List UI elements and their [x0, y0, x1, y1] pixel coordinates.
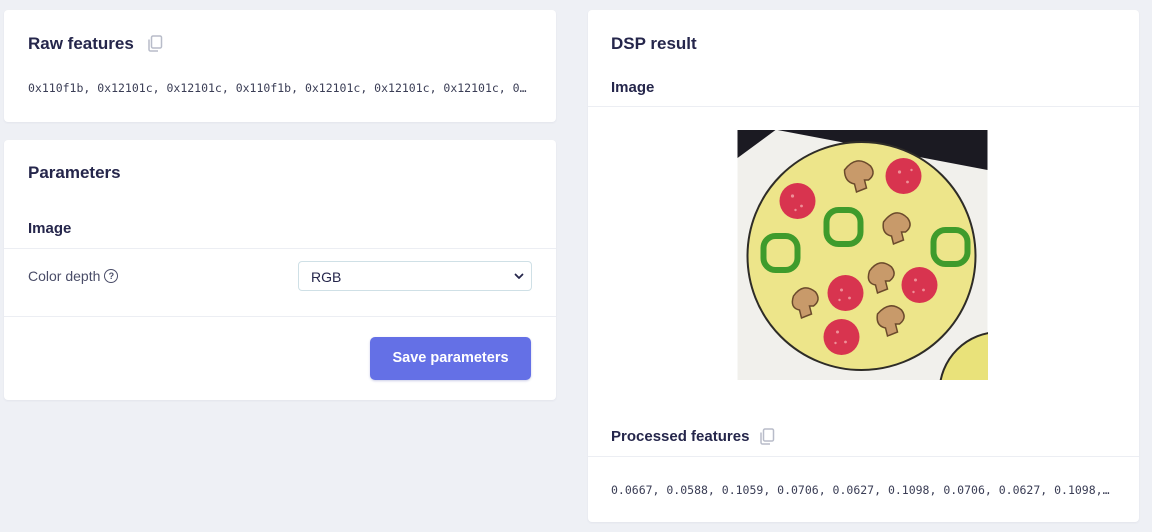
processed-features-values: 0.0667, 0.0588, 0.1059, 0.0706, 0.0627, … — [611, 483, 1111, 497]
color-depth-label-text: Color depth — [28, 268, 101, 284]
copy-icon[interactable] — [147, 35, 163, 52]
dsp-result-title: DSP result — [611, 34, 697, 53]
dsp-divider-image — [588, 106, 1139, 107]
processed-features-title: Processed features — [611, 428, 750, 445]
chevron-down-icon — [514, 273, 524, 279]
color-depth-label: Color depth ? — [28, 268, 119, 284]
parameters-divider-bottom — [4, 316, 556, 317]
pizza-preview-image — [737, 130, 988, 380]
raw-features-card: Raw features 0x110f1b, 0x12101c, 0x12101… — [4, 10, 556, 122]
save-parameters-button[interactable]: Save parameters — [370, 337, 531, 380]
raw-features-values: 0x110f1b, 0x12101c, 0x12101c, 0x110f1b, … — [28, 81, 530, 95]
dsp-image-section-title: Image — [611, 79, 655, 96]
parameters-image-section-title: Image — [28, 220, 72, 237]
parameters-title: Parameters — [28, 163, 121, 182]
dsp-result-card: DSP result Image Processed features 0.06… — [588, 10, 1139, 522]
copy-icon[interactable] — [759, 428, 775, 445]
color-depth-select-value: RGB — [311, 269, 342, 285]
parameters-card: Parameters Image Color depth ? RGB Save … — [4, 140, 556, 400]
color-depth-select[interactable]: RGB — [298, 261, 532, 291]
question-circle-icon[interactable]: ? — [104, 269, 119, 283]
raw-features-title: Raw features — [28, 34, 134, 53]
parameters-divider-top — [4, 248, 556, 249]
dsp-divider-processed — [588, 456, 1139, 457]
